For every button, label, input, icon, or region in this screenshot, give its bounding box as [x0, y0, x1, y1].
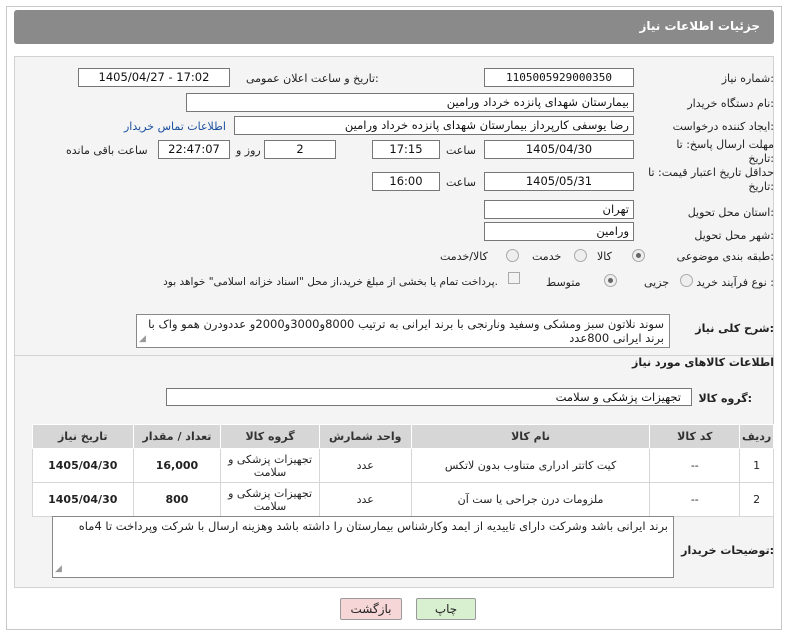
buyer-org-field[interactable]: بیمارستان شهدای پانزده خرداد ورامین: [186, 93, 634, 112]
deadline-time-field[interactable]: 17:15: [372, 140, 440, 159]
category-option-goods: کالا: [597, 250, 612, 263]
col-unit: واحد شمارش: [318, 424, 412, 449]
days-field[interactable]: 2: [264, 140, 336, 159]
cell-unit: عدد: [318, 482, 412, 517]
deadline-label: مهلت ارسال پاسخ: تا تاریخ:: [676, 138, 774, 165]
buyer-notes-textarea[interactable]: برند ایرانی باشد وشرکت دارای تاییدیه از …: [52, 516, 674, 578]
announce-label: تاریخ و ساعت اعلان عمومی:: [246, 72, 379, 85]
payment-checkbox[interactable]: [508, 272, 520, 284]
cell-qty: 16,000: [132, 448, 222, 483]
need-number-field[interactable]: 1105005929000350: [484, 68, 634, 87]
buyer-org-label: نام دستگاه خریدار:: [687, 97, 774, 110]
buyer-notes-text: برند ایرانی باشد وشرکت دارای تاییدیه از …: [78, 519, 668, 533]
process-radio-medium[interactable]: [604, 274, 617, 287]
cell-name: کیت کاتتر ادراری متناوب بدون لاتکس: [410, 448, 651, 483]
goods-group-field[interactable]: تجهیزات پزشکی و سلامت: [166, 388, 692, 406]
validity-label: حداقل تاریخ اعتبار قیمت: تا تاریخ:: [648, 166, 774, 193]
deadline-time-label: ساعت: [446, 144, 476, 157]
cell-index: 2: [739, 482, 774, 517]
col-index: ردیف: [739, 424, 774, 449]
process-option-medium: متوسط: [546, 276, 581, 289]
cell-unit: عدد: [318, 448, 412, 483]
buyer-notes-label: توضیحات خریدار:: [681, 544, 774, 557]
resize-grip-icon[interactable]: ◢: [55, 562, 62, 576]
contact-link[interactable]: اطلاعات تماس خریدار: [124, 120, 226, 133]
description-label: شرح کلی نیاز:: [695, 322, 774, 335]
goods-table: ردیف کد کالا نام کالا واحد شمارش گروه کا…: [32, 424, 774, 517]
col-date: تاریخ نیاز: [32, 424, 134, 449]
goods-section-title: اطلاعات کالاهای مورد نیاز: [632, 356, 774, 369]
city-field[interactable]: ورامین: [484, 222, 634, 241]
validity-time-field[interactable]: 16:00: [372, 172, 440, 191]
goods-group-label: گروه کالا:: [698, 392, 752, 405]
category-radio-goods[interactable]: [632, 249, 645, 262]
cell-date: 1405/04/30: [32, 448, 134, 483]
table-header-row: ردیف کد کالا نام کالا واحد شمارش گروه کا…: [32, 424, 774, 449]
category-label: طبقه بندی موضوعی:: [676, 250, 774, 263]
deadline-date-field[interactable]: 1405/04/30: [484, 140, 634, 159]
category-option-service: خدمت: [532, 250, 562, 263]
creator-field[interactable]: رضا یوسفی کارپرداز بیمارستان شهدای پانزد…: [234, 116, 634, 135]
print-button[interactable]: چاپ: [416, 598, 476, 620]
cell-index: 1: [739, 448, 774, 483]
cell-group: تجهیزات پزشکی و سلامت: [220, 448, 320, 483]
creator-label: ایجاد کننده درخواست:: [672, 120, 774, 133]
page-header: جزئیات اطلاعات نیاز: [14, 10, 774, 44]
need-number-label: شماره نیاز:: [721, 72, 774, 85]
col-code: کد کالا: [649, 424, 741, 449]
table-row[interactable]: 2 -- ملزومات درن جراحی یا ست آن عدد تجهی…: [32, 482, 774, 517]
days-label: روز و: [236, 144, 261, 157]
validity-date-field[interactable]: 1405/05/31: [484, 172, 634, 191]
resize-grip-icon[interactable]: ◢: [139, 332, 146, 346]
page-title: جزئیات اطلاعات نیاز: [639, 19, 760, 33]
province-field[interactable]: تهران: [484, 200, 634, 219]
col-qty: تعداد / مقدار: [132, 424, 222, 449]
validity-time-label: ساعت: [446, 176, 476, 189]
remaining-field[interactable]: 22:47:07: [158, 140, 230, 159]
announce-field[interactable]: 1405/04/27 - 17:02: [78, 68, 230, 87]
cell-code: --: [649, 448, 741, 483]
remaining-label: ساعت باقی مانده: [66, 144, 148, 157]
col-name: نام کالا: [410, 424, 651, 449]
province-label: استان محل تحویل:: [687, 206, 774, 219]
cell-name: ملزومات درن جراحی یا ست آن: [410, 482, 651, 517]
cell-date: 1405/04/30: [32, 482, 134, 517]
col-group: گروه کالا: [220, 424, 320, 449]
city-label: شهر محل تحویل:: [694, 229, 774, 242]
cell-group: تجهیزات پزشکی و سلامت: [220, 482, 320, 517]
payment-note: پرداخت تمام یا بخشی از مبلغ خرید،از محل …: [163, 276, 498, 288]
process-option-minor: جزیی: [644, 276, 670, 289]
category-radio-goods-service[interactable]: [506, 249, 519, 262]
cell-code: --: [649, 482, 741, 517]
process-label: نوع فرآیند خرید :: [696, 276, 774, 289]
description-textarea[interactable]: سوند نلاتون سبز ومشکی وسفید ونارنجی با ب…: [136, 314, 670, 348]
back-button[interactable]: بازگشت: [340, 598, 402, 620]
description-text: سوند نلاتون سبز ومشکی وسفید ونارنجی با ب…: [148, 317, 664, 345]
process-radio-minor[interactable]: [680, 274, 693, 287]
cell-qty: 800: [132, 482, 222, 517]
category-option-goods-service: کالا/خدمت: [440, 250, 488, 263]
table-row[interactable]: 1 -- کیت کاتتر ادراری متناوب بدون لاتکس …: [32, 448, 774, 483]
category-radio-service[interactable]: [574, 249, 587, 262]
